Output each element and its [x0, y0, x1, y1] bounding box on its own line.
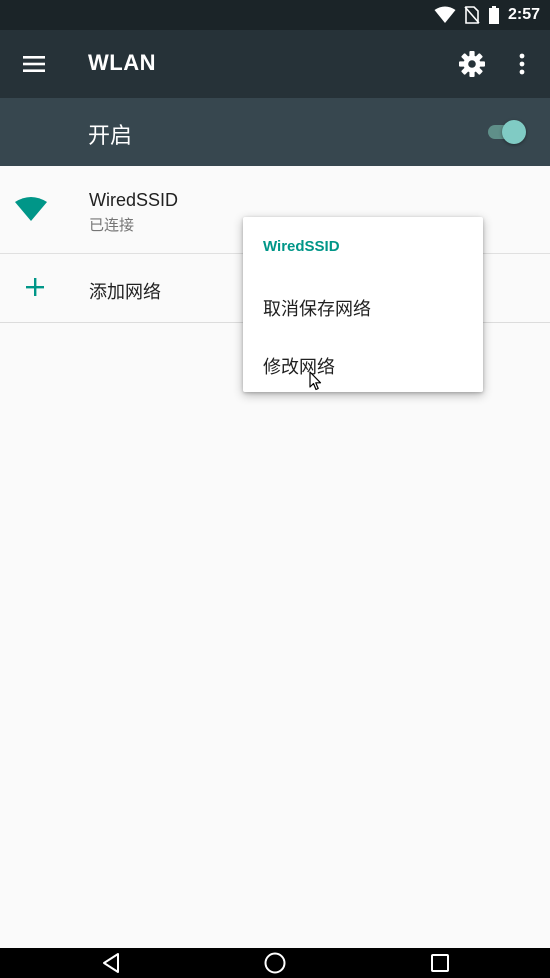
- recents-icon[interactable]: [429, 952, 451, 974]
- add-network-label: 添加网络: [89, 282, 161, 303]
- wifi-signal-icon: [434, 6, 456, 23]
- switch-label: 开启: [88, 124, 133, 149]
- status-bar: 2:57: [0, 0, 550, 30]
- forget-network-label: 取消保存网络: [263, 299, 371, 320]
- context-menu-title: WiredSSID: [263, 238, 340, 255]
- network-status: 已连接: [89, 216, 135, 234]
- modify-network-menu-item[interactable]: 修改网络: [243, 337, 483, 393]
- no-sim-icon: [464, 6, 480, 24]
- menu-icon[interactable]: [20, 52, 48, 76]
- wifi-icon: [15, 197, 47, 221]
- modify-network-label: 修改网络: [263, 357, 335, 378]
- battery-icon: [488, 6, 499, 24]
- back-icon[interactable]: [100, 952, 122, 974]
- settings-icon[interactable]: [458, 50, 486, 78]
- home-icon[interactable]: [263, 951, 287, 975]
- network-name: WiredSSID: [89, 190, 179, 210]
- network-context-menu: WiredSSID 取消保存网络 修改网络: [243, 217, 483, 392]
- system-nav-bar: [0, 948, 550, 978]
- wlan-toggle[interactable]: [488, 120, 528, 144]
- plus-icon: [26, 278, 44, 296]
- wlan-master-switch-bar[interactable]: 开启: [0, 98, 550, 166]
- toggle-thumb: [502, 120, 526, 144]
- status-time: 2:57: [507, 6, 540, 23]
- forget-network-menu-item[interactable]: 取消保存网络: [243, 279, 483, 335]
- mouse-cursor-icon: [309, 371, 322, 391]
- page-title: WLAN: [88, 50, 156, 75]
- app-toolbar: WLAN: [0, 30, 550, 98]
- overflow-menu-icon[interactable]: [510, 50, 534, 78]
